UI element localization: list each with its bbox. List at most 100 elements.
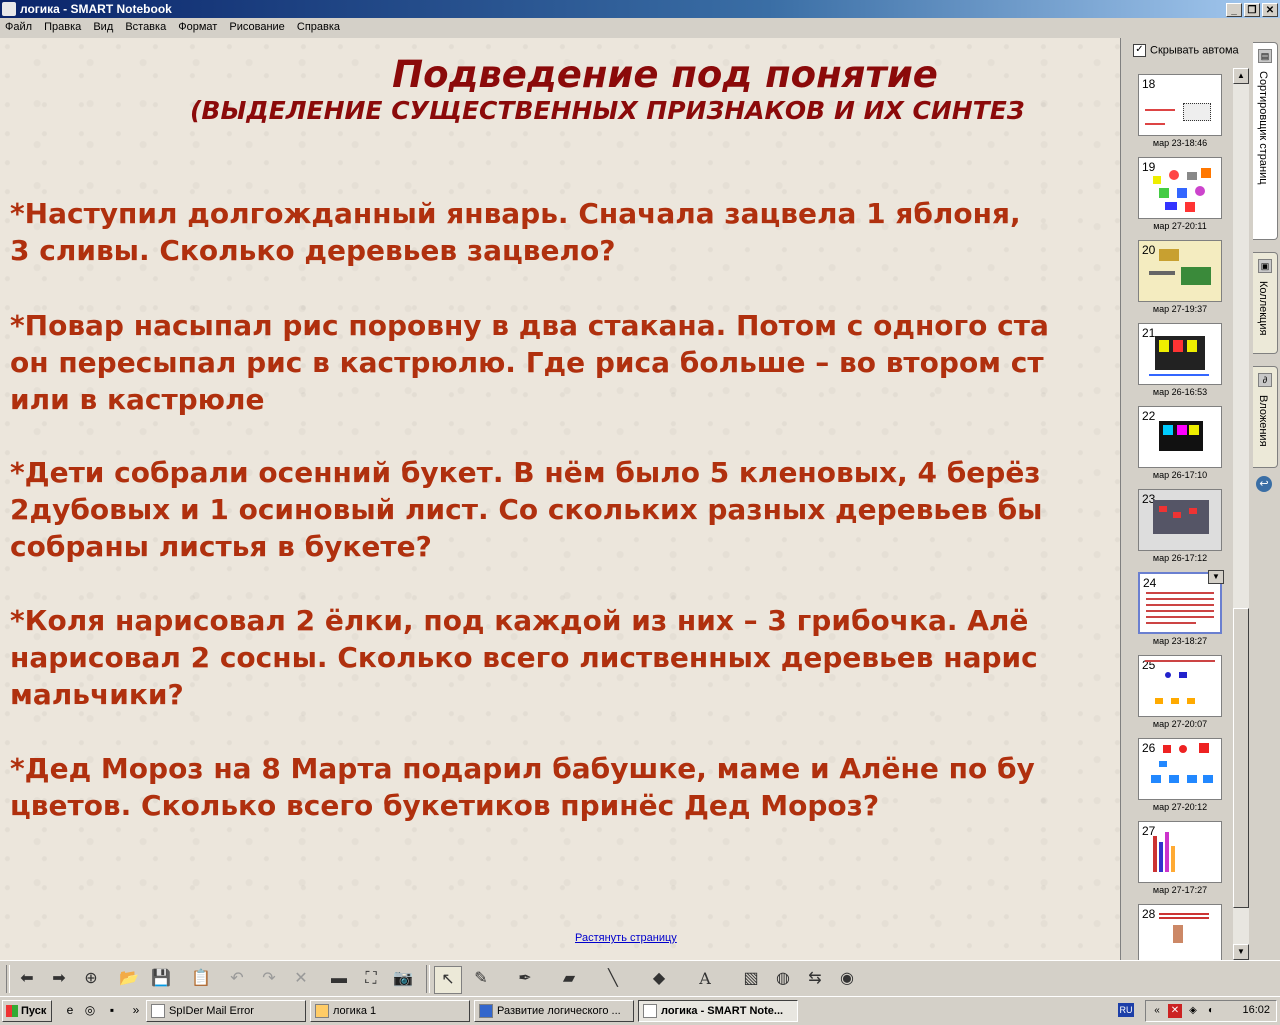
thumbnail-image: 25 <box>1138 655 1222 717</box>
tab-attachments[interactable]: ∂ Вложения <box>1253 366 1278 468</box>
page-thumbnail[interactable]: 23 мар 26-17:12 <box>1138 489 1222 563</box>
page-thumbnail[interactable]: 22 мар 26-17:10 <box>1138 406 1222 480</box>
page-thumbnail[interactable]: 20 мар 27-19:37 <box>1138 240 1222 314</box>
page-thumbnail[interactable]: 18 мар 23-18:46 <box>1138 74 1222 148</box>
redo-icon[interactable]: ↷ <box>256 966 282 992</box>
capture-icon[interactable]: 📷 <box>390 966 416 992</box>
antivirus-icon[interactable]: ✕ <box>1168 1004 1182 1018</box>
close-button[interactable]: ✕ <box>1262 3 1278 17</box>
more-quicklaunch-icon[interactable]: » <box>128 1002 144 1018</box>
page-thumbnail[interactable]: 27 мар 27-17:27 <box>1138 821 1222 895</box>
problem-line: или в кастрюле <box>10 383 265 416</box>
task-smart-notebook[interactable]: логика - SMART Note... <box>638 1000 798 1022</box>
task-spider-mail[interactable]: SpIDer Mail Error <box>146 1000 306 1022</box>
sorter-scrollbar[interactable]: ▲ ▼ <box>1233 68 1249 960</box>
move-toolbar-icon[interactable]: ⇆ <box>802 966 828 992</box>
select-tool-icon[interactable]: ↖ <box>434 966 462 994</box>
page-number: 18 <box>1142 77 1156 91</box>
page-number: 28 <box>1142 907 1156 921</box>
scroll-down-button[interactable]: ▼ <box>1233 944 1249 960</box>
smart-notebook-icon <box>643 1004 657 1018</box>
task-folder[interactable]: логика 1 <box>310 1000 470 1022</box>
pen-tool-icon[interactable]: ✎ <box>468 966 494 992</box>
creative-pen-icon[interactable]: ✒ <box>512 966 538 992</box>
page-date: мар 27-19:37 <box>1152 304 1208 314</box>
slide-subtitle[interactable]: (ВЫДЕЛЕНИЕ СУЩЕСТВЕННЫХ ПРИЗНАКОВ И ИХ С… <box>190 96 1025 125</box>
autohide-option[interactable]: ✓ Скрывать автома <box>1133 44 1239 57</box>
task-word-doc[interactable]: Развитие логического ... <box>474 1000 634 1022</box>
undo-icon[interactable]: ↶ <box>224 966 250 992</box>
scroll-up-button[interactable]: ▲ <box>1233 68 1249 84</box>
shapes-tool-icon[interactable]: ◆ <box>646 966 672 992</box>
problem-text[interactable]: *Повар насыпал рис поровну в два стакана… <box>10 307 1049 418</box>
page-thumbnail[interactable]: 28 <box>1138 904 1222 960</box>
menu-draw[interactable]: Рисование <box>224 18 288 33</box>
page-sorter-icon: ▤ <box>1258 49 1272 63</box>
menu-format[interactable]: Формат <box>173 18 221 33</box>
page-menu-dropdown[interactable]: ▼ <box>1208 570 1224 584</box>
move-sidebar-arrow-icon[interactable]: ↩ <box>1256 476 1272 492</box>
page-date: мар 26-17:10 <box>1152 470 1208 480</box>
scroll-thumb[interactable] <box>1233 608 1249 908</box>
system-tray: « ✕ ◈ ◐ 16:02 <box>1145 1000 1277 1022</box>
language-indicator[interactable]: RU <box>1118 1003 1134 1017</box>
thumbnail-image: 26 <box>1138 738 1222 800</box>
problem-text[interactable]: *Дети собрали осенний букет. В нём было … <box>10 454 1042 565</box>
next-page-icon[interactable]: ➡ <box>46 966 72 992</box>
tray-expand-icon[interactable]: « <box>1150 1004 1164 1018</box>
problem-text[interactable]: *Наступил долгожданный январь. Сначала з… <box>10 195 1021 269</box>
page-number: 20 <box>1142 243 1156 257</box>
open-file-icon[interactable]: 📂 <box>116 966 142 992</box>
toolbar-options-icon[interactable]: ◉ <box>834 966 860 992</box>
stretch-page-link[interactable]: Растянуть страницу <box>575 932 677 944</box>
menu-insert[interactable]: Вставка <box>120 18 170 33</box>
properties-icon[interactable]: ▧ <box>738 966 764 992</box>
page-thumbnail[interactable]: 19 мар 27-20:11 <box>1138 157 1222 231</box>
paste-icon[interactable]: 📋 <box>188 966 214 992</box>
tab-page-sorter[interactable]: ▤ Сортировщик страниц <box>1253 42 1278 240</box>
browser-icon[interactable]: e <box>62 1002 78 1018</box>
save-quicklaunch-icon[interactable]: ▪ <box>104 1002 120 1018</box>
page-number: 24 <box>1143 576 1157 590</box>
add-page-icon[interactable]: ⊕ <box>78 966 104 992</box>
menu-file[interactable]: Файл <box>0 18 36 33</box>
menu-view[interactable]: Вид <box>88 18 117 33</box>
full-screen-icon[interactable]: ⛶ <box>358 966 384 992</box>
volume-icon[interactable]: ◐ <box>1204 1004 1218 1018</box>
slide-title[interactable]: Подведение под понятие <box>0 53 1120 96</box>
fill-icon[interactable]: ◍ <box>770 966 796 992</box>
page-date: мар 26-17:12 <box>1152 553 1208 563</box>
page-thumbnail-selected[interactable]: 24 ▼ мар 23-18:27 <box>1138 570 1224 646</box>
page-thumbnail[interactable]: 21 мар 26-16:53 <box>1138 323 1222 397</box>
minimize-button[interactable]: _ <box>1226 3 1242 17</box>
menu-edit[interactable]: Правка <box>39 18 85 33</box>
tab-gallery[interactable]: ▣ Коллекция <box>1253 252 1278 354</box>
window-controls: _ ❐ ✕ <box>1224 2 1278 17</box>
network-icon[interactable]: ◈ <box>1186 1004 1200 1018</box>
menu-help[interactable]: Справка <box>292 18 344 33</box>
taskbar: Пуск e ◎ ▪ » SpIDer Mail Error логика 1 … <box>0 996 1280 1025</box>
line-tool-icon[interactable]: ╲ <box>600 966 626 992</box>
delete-icon[interactable]: ✕ <box>288 966 314 992</box>
page-thumbnail[interactable]: 26 мар 27-20:12 <box>1138 738 1222 812</box>
thumbnail-image: 21 <box>1138 323 1222 385</box>
smart-notebook-icon[interactable] <box>2 2 16 16</box>
page-thumbnail[interactable]: 25 мар 27-20:07 <box>1138 655 1222 729</box>
previous-page-icon[interactable]: ⬅ <box>14 966 40 992</box>
problem-line: мальчики? <box>10 678 184 711</box>
save-icon[interactable]: 💾 <box>148 966 174 992</box>
autohide-checkbox[interactable]: ✓ <box>1133 44 1146 57</box>
start-button[interactable]: Пуск <box>2 1000 52 1022</box>
problem-text[interactable]: *Дед Мороз на 8 Марта подарил бабушке, м… <box>10 750 1035 824</box>
page-date: мар 27-17:27 <box>1152 885 1208 895</box>
problem-text[interactable]: *Коля нарисовал 2 ёлки, под каждой из ни… <box>10 602 1038 713</box>
window-title: логика - SMART Notebook <box>20 2 172 16</box>
screen-shade-icon[interactable]: ▬ <box>326 966 352 992</box>
text-tool-icon[interactable]: A <box>692 966 718 992</box>
page-date: мар 27-20:07 <box>1152 719 1208 729</box>
quicklaunch-icon[interactable]: ◎ <box>82 1002 98 1018</box>
eraser-icon[interactable]: ▰ <box>556 966 582 992</box>
restore-button[interactable]: ❐ <box>1244 3 1260 17</box>
slide-canvas[interactable]: Подведение под понятие (ВЫДЕЛЕНИЕ СУЩЕСТ… <box>0 38 1121 960</box>
bottom-toolbar: ⬅ ➡ ⊕ 📂 💾 📋 ↶ ↷ ✕ ▬ ⛶ 📷 ↖ ✎ ✒ ▰ ╲ ◆ A ▧ … <box>0 960 1280 997</box>
